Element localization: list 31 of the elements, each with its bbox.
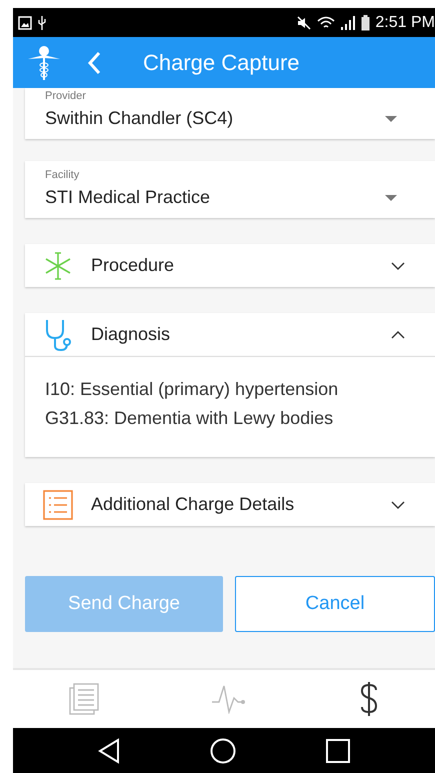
status-time: 2:51 PM [375,14,435,32]
diagnosis-item[interactable]: I10: Essential (primary) hypertension [45,379,415,400]
list-icon [43,490,73,520]
back-icon[interactable] [87,50,101,74]
section-header[interactable]: Additional Charge Details [25,483,435,526]
image-icon [18,16,32,30]
diagnosis-item[interactable]: G31.83: Dementia with Lewy bodies [45,408,415,429]
dropdown-arrow-icon [385,194,397,200]
pulse-icon [211,684,247,714]
dropdown-field[interactable]: Facility STI Medical Practice [25,161,435,218]
signal-icon [340,16,356,30]
wifi-icon [317,16,336,30]
back-nav-icon[interactable] [98,738,120,764]
caduceus-logo-icon [27,44,61,80]
dropdown-field[interactable]: Provider Swithin Chandler (SC4) [25,88,435,139]
document-icon [69,683,99,715]
chevron-icon [391,500,405,508]
app-title: Charge Capture [143,50,300,76]
chevron-icon [391,330,405,338]
section-header[interactable]: Diagnosis [25,313,435,356]
battery-icon [361,14,370,30]
dollar-icon [359,681,379,717]
stethoscope-icon [43,318,73,352]
asterisk-icon [43,250,73,280]
chevron-icon [391,262,405,270]
mute-icon [296,16,312,30]
dropdown-arrow-icon [385,116,397,122]
home-nav-icon[interactable] [210,738,236,764]
recents-nav-icon[interactable] [326,738,350,762]
usb-icon [37,14,47,30]
section-header[interactable]: Procedure [25,244,435,287]
